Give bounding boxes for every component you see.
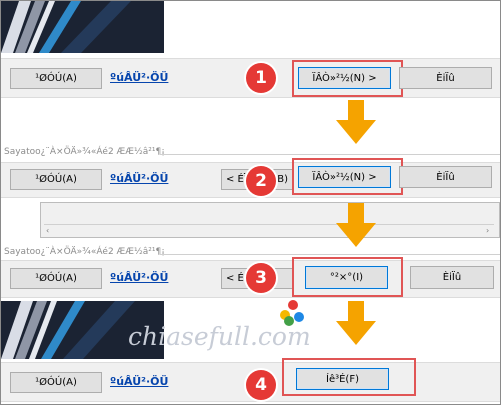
separator-line — [160, 254, 500, 255]
banner-art-top — [1, 1, 164, 53]
install-button[interactable]: °²×°(I) — [305, 266, 388, 289]
scroll-left-icon[interactable]: ‹ — [46, 226, 49, 235]
step-badge-2: 2 — [246, 166, 276, 196]
publisher-link[interactable]: ºúÂÜ²·ÖÜ — [110, 172, 168, 185]
separator-line — [160, 154, 500, 155]
publisher-link[interactable]: ºúÂÜ²·ÖÜ — [110, 271, 168, 284]
next-button[interactable]: ÏÂÒ»²½(N) > — [298, 67, 391, 89]
back-button-suffix: B) — [277, 174, 288, 185]
step-badge-4: 4 — [246, 370, 276, 400]
finish-button[interactable]: Íê³É(F) — [296, 368, 389, 390]
about-button[interactable]: ¹ØÓÚ(A) — [10, 169, 102, 190]
down-arrow-icon — [334, 301, 378, 347]
back-button-label: < É — [226, 273, 244, 284]
publisher-link[interactable]: ºúÂÜ²·ÖÜ — [110, 375, 168, 388]
next-button[interactable]: ÏÂÒ»²½(N) > — [298, 166, 391, 188]
about-button[interactable]: ¹ØÓÚ(A) — [10, 268, 102, 289]
scroll-right-icon[interactable]: › — [486, 226, 489, 235]
cancel-button[interactable]: ÈiÏû — [410, 266, 494, 289]
installer-name-text: Sayatoo¿¨À­×ÖÄ»¾«Áé2 ÆÆ½â²¹¶¡ — [4, 147, 165, 157]
watermark-logo-icon — [280, 300, 306, 326]
about-button[interactable]: ¹ØÓÚ(A) — [10, 372, 102, 393]
watermark-text: chiasefull.com — [128, 322, 311, 351]
back-button-label: < ÉÏ — [226, 174, 247, 185]
down-arrow-icon — [334, 100, 378, 146]
step-badge-3: 3 — [246, 263, 276, 293]
content-panel — [40, 202, 500, 238]
about-button[interactable]: ¹ØÓÚ(A) — [10, 68, 102, 89]
installer-name-text: Sayatoo¿¨À­×ÖÄ»¾«Áé2 ÆÆ½â²¹¶¡ — [4, 247, 165, 257]
down-arrow-icon — [334, 203, 378, 249]
panel-divider — [44, 224, 494, 225]
step-badge-1: 1 — [246, 63, 276, 93]
publisher-link[interactable]: ºúÂÜ²·ÖÜ — [110, 71, 168, 84]
cancel-button[interactable]: ÈiÏû — [399, 166, 492, 188]
cancel-button[interactable]: ÈiÏû — [399, 67, 492, 89]
installer-banner-top — [1, 1, 164, 53]
